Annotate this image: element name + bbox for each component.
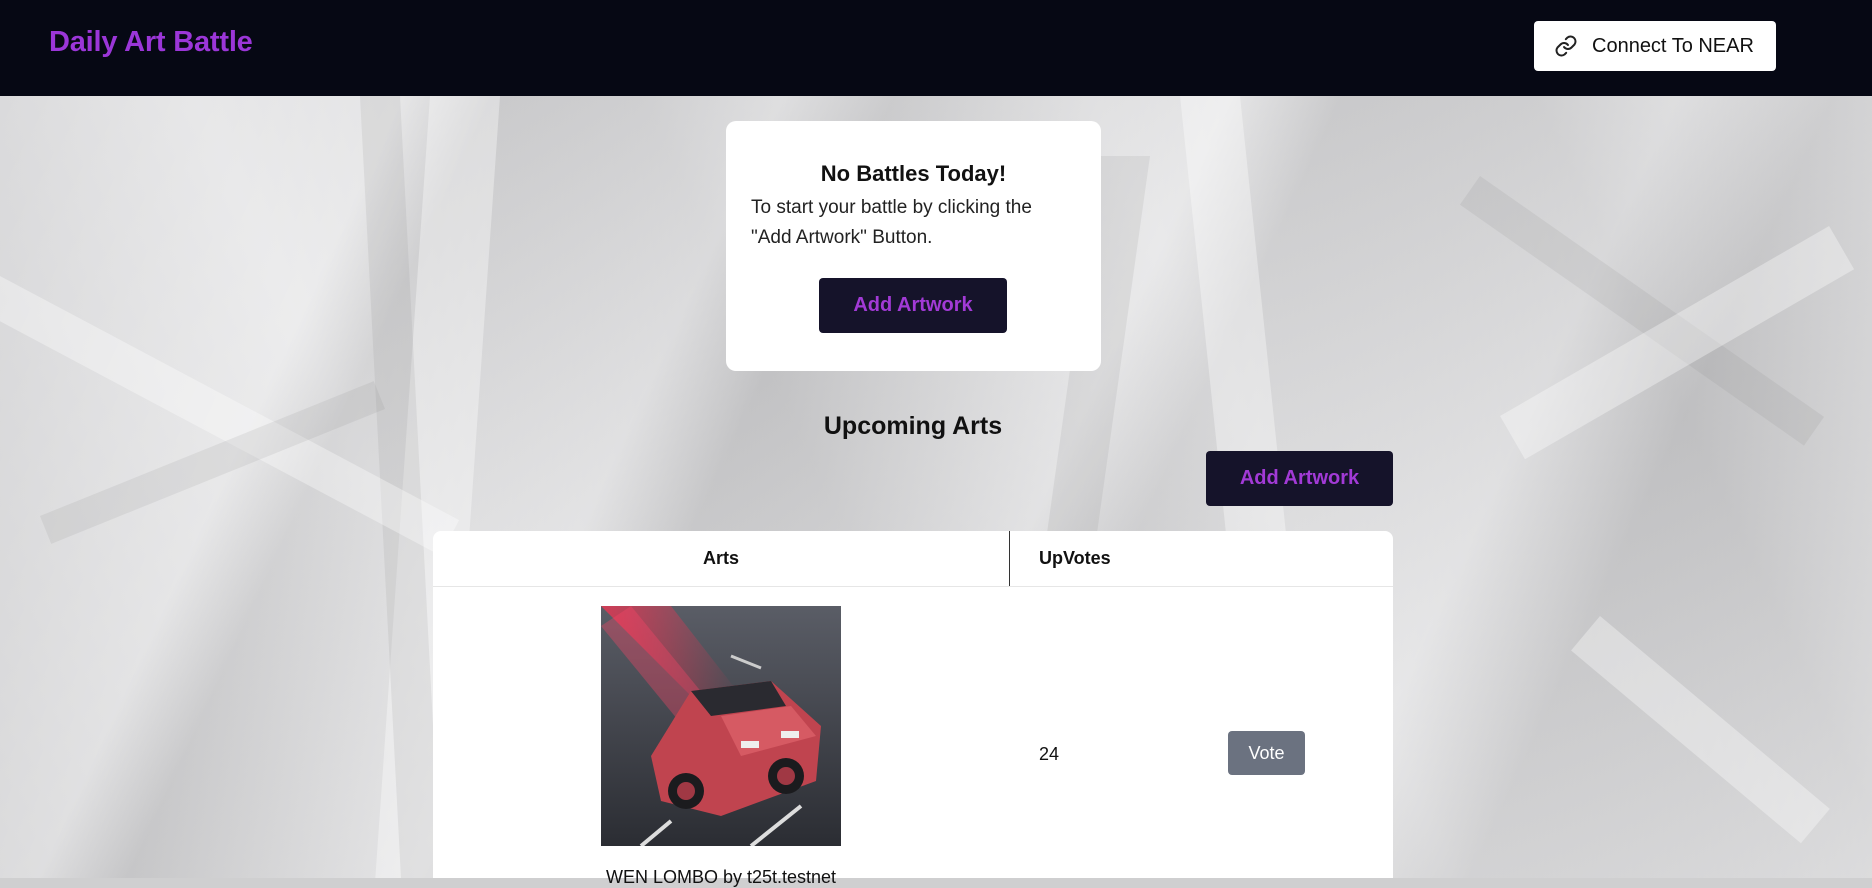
vote-button[interactable]: Vote: [1228, 731, 1305, 775]
column-header-arts: Arts: [433, 531, 1010, 586]
add-artwork-button-secondary[interactable]: Add Artwork: [1206, 451, 1393, 506]
no-battles-title: No Battles Today!: [820, 161, 1007, 186]
upcoming-arts-title: Upcoming Arts: [823, 412, 1003, 440]
connect-near-button[interactable]: Connect To NEAR: [1534, 21, 1776, 71]
no-battles-card: No Battles Today! To start your battle b…: [726, 121, 1101, 371]
upvote-count: 24: [1039, 744, 1060, 764]
table-header: Arts UpVotes: [433, 531, 1393, 587]
upcoming-arts-table: Arts UpVotes WEN LOMBO by t25t.testnet 2…: [433, 531, 1393, 887]
top-navbar: Daily Art Battle Connect To NEAR: [0, 0, 1872, 96]
brand-title[interactable]: Daily Art Battle: [49, 26, 253, 59]
artwork-image-art: [601, 606, 841, 846]
add-artwork-button[interactable]: Add Artwork: [819, 278, 1007, 333]
connect-near-label: Connect To NEAR: [1592, 34, 1754, 57]
column-header-upvotes: UpVotes: [1039, 548, 1111, 568]
no-battles-description: To start your battle by clicking the "Ad…: [751, 197, 1032, 248]
artwork-image[interactable]: [601, 606, 841, 846]
link-icon: [1555, 35, 1577, 57]
